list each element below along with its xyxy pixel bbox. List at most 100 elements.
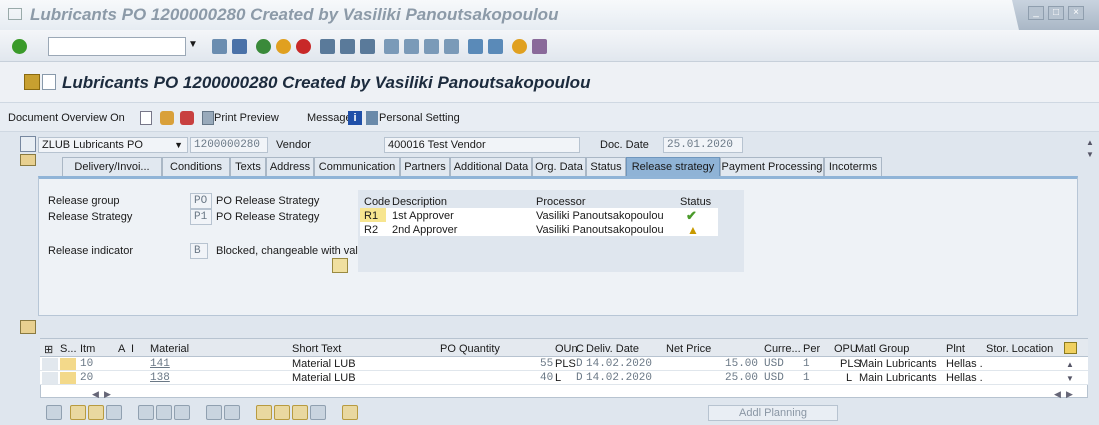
po-number-field[interactable]: 1200000280 xyxy=(190,137,268,153)
back-green-icon[interactable] xyxy=(256,39,271,54)
document-type-select[interactable]: ZLUB Lubricants PO ▼ xyxy=(38,137,188,153)
cancel-icon[interactable] xyxy=(296,39,311,54)
document-overview-button[interactable]: Document Overview On xyxy=(8,112,125,124)
back-icon[interactable] xyxy=(212,39,227,54)
filter-icon[interactable] xyxy=(274,405,290,420)
create-session-icon[interactable] xyxy=(468,39,483,54)
doc-date-field[interactable]: 25.01.2020 xyxy=(663,137,743,153)
other-document-icon[interactable] xyxy=(180,111,194,125)
column-config-icon[interactable] xyxy=(1064,342,1077,354)
tab-conditions[interactable]: Conditions xyxy=(162,157,230,177)
tab-status[interactable]: Status xyxy=(586,157,626,177)
col-currency[interactable]: Curre... xyxy=(764,343,801,355)
find-next-icon[interactable] xyxy=(360,39,375,54)
personal-setting-button[interactable]: Personal Setting xyxy=(379,112,460,124)
collapse-items-icon[interactable] xyxy=(20,320,36,334)
scroll-right-end-icon[interactable]: ▶ xyxy=(1066,389,1073,400)
col-po-quantity[interactable]: PO Quantity xyxy=(440,343,500,355)
delete-icon[interactable] xyxy=(138,405,154,420)
screen-title: Lubricants PO 1200000280 Created by Vasi… xyxy=(62,73,591,92)
tab-texts[interactable]: Texts xyxy=(230,157,266,177)
scroll-left-end-icon[interactable]: ◀ xyxy=(1054,389,1061,400)
col-order-unit[interactable]: OUn xyxy=(555,343,578,355)
conditions-icon[interactable] xyxy=(342,405,358,420)
additional-planning-icon[interactable] xyxy=(206,405,222,420)
shortcut-icon[interactable] xyxy=(488,39,503,54)
col-matl-group[interactable]: Matl Group xyxy=(855,343,909,355)
row-selector[interactable] xyxy=(42,358,58,370)
select-all-icon[interactable] xyxy=(70,405,86,420)
col-material[interactable]: Material xyxy=(150,343,189,355)
scroll-down-icon[interactable]: ▼ xyxy=(1066,374,1074,383)
page-scroll-up-icon[interactable]: ▲ xyxy=(1086,138,1094,147)
enter-icon[interactable] xyxy=(12,39,27,54)
col-item[interactable]: Itm xyxy=(80,343,95,355)
save-icon[interactable] xyxy=(232,39,247,54)
personal-setting-icon[interactable] xyxy=(366,111,378,125)
previous-page-icon[interactable] xyxy=(404,39,419,54)
filter-settings-icon[interactable] xyxy=(310,405,326,420)
filter-delete-icon[interactable] xyxy=(292,405,308,420)
close-button[interactable]: × xyxy=(1068,6,1084,20)
info-icon[interactable]: i xyxy=(348,111,362,125)
col-account[interactable]: A xyxy=(118,343,125,355)
tab-incoterms[interactable]: Incoterms xyxy=(824,157,882,177)
collapse-header-icon[interactable] xyxy=(20,154,36,166)
scroll-up-icon[interactable]: ▲ xyxy=(1066,360,1074,369)
release-details-icon[interactable] xyxy=(332,258,348,273)
document-icon[interactable] xyxy=(24,74,40,90)
col-c[interactable]: C xyxy=(576,343,584,355)
first-page-icon[interactable] xyxy=(384,39,399,54)
col-net-price[interactable]: Net Price xyxy=(666,343,711,355)
exit-icon[interactable] xyxy=(276,39,291,54)
maximize-button[interactable]: □ xyxy=(1048,6,1064,20)
tab-release-strategy[interactable]: Release strategy xyxy=(626,157,720,177)
tab-address[interactable]: Address xyxy=(266,157,314,177)
tab-communication[interactable]: Communication xyxy=(314,157,400,177)
find-icon[interactable] xyxy=(340,39,355,54)
deselect-all-icon[interactable] xyxy=(88,405,104,420)
print-preview-button[interactable]: Print Preview xyxy=(214,112,279,124)
scroll-left-icon[interactable]: ◀ xyxy=(92,389,99,400)
help-icon[interactable] xyxy=(512,39,527,54)
default-values-icon[interactable] xyxy=(224,405,240,420)
layout-menu-icon[interactable] xyxy=(532,39,547,54)
vendor-field[interactable]: 400016 Test Vendor xyxy=(384,137,580,153)
cart-icon[interactable] xyxy=(20,136,36,152)
col-item-category[interactable]: I xyxy=(131,343,134,355)
col-delivery-date[interactable]: Deliv. Date xyxy=(586,343,639,355)
chevron-down-icon[interactable]: ▼ xyxy=(174,138,183,152)
col-storage-location[interactable]: Stor. Location xyxy=(986,343,1053,355)
print-preview-icon[interactable] xyxy=(202,111,214,125)
details-icon[interactable] xyxy=(46,405,62,420)
col-plant[interactable]: Plnt xyxy=(946,343,965,355)
new-document-icon[interactable] xyxy=(140,111,152,125)
command-field[interactable] xyxy=(48,37,186,56)
grid-settings-icon[interactable]: ⊞ xyxy=(44,343,53,356)
tab-payment-processing[interactable]: Payment Processing xyxy=(720,157,824,177)
tab-additional-data[interactable]: Additional Data xyxy=(450,157,532,177)
scroll-right-icon[interactable]: ▶ xyxy=(104,389,111,400)
col-short-text[interactable]: Short Text xyxy=(292,343,341,355)
row-selector[interactable] xyxy=(42,372,58,384)
col-status[interactable]: S... xyxy=(60,343,77,355)
tab-org-data[interactable]: Org. Data xyxy=(532,157,586,177)
minimize-button[interactable]: _ xyxy=(1028,6,1044,20)
material-link[interactable]: 141 xyxy=(150,358,170,370)
paste-icon[interactable] xyxy=(174,405,190,420)
command-dropdown-icon[interactable]: ▼ xyxy=(188,39,198,50)
addl-planning-button[interactable]: Addl Planning xyxy=(708,405,838,421)
tab-partners[interactable]: Partners xyxy=(400,157,450,177)
print-icon[interactable] xyxy=(320,39,335,54)
copy-icon[interactable] xyxy=(156,405,172,420)
material-link[interactable]: 138 xyxy=(150,372,170,384)
next-page-icon[interactable] xyxy=(424,39,439,54)
screen-menu-icon[interactable] xyxy=(42,74,56,90)
page-scroll-down-icon[interactable]: ▼ xyxy=(1086,150,1094,159)
tab-delivery-invoice[interactable]: Delivery/Invoi... xyxy=(62,157,162,177)
col-per[interactable]: Per xyxy=(803,343,820,355)
last-page-icon[interactable] xyxy=(444,39,459,54)
change-icon[interactable] xyxy=(160,111,174,125)
select-block-icon[interactable] xyxy=(106,405,122,420)
sort-ascending-icon[interactable] xyxy=(256,405,272,420)
